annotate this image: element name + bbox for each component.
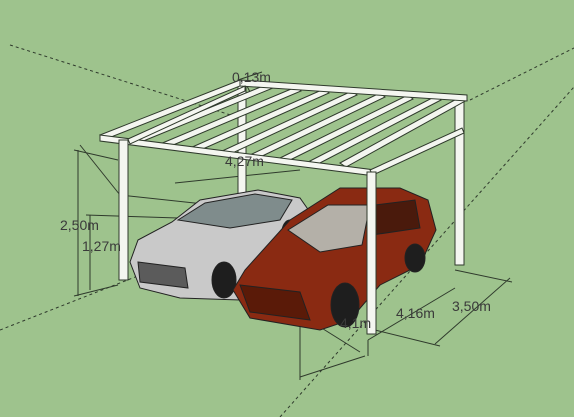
post-front-right	[366, 171, 377, 335]
rafter-2	[128, 83, 274, 145]
label-car-height: 1,27m	[82, 238, 121, 254]
car-red-wheel-rear	[404, 243, 426, 273]
beam-right	[369, 127, 465, 176]
carport-model-scene: 0,13m 4,27m 2,50m 1,27m 4,16m 3,50m 4,1m	[0, 44, 574, 417]
label-height: 2,50m	[60, 217, 99, 233]
3d-viewport[interactable]: 0,13m 4,27m 2,50m 1,27m 4,16m 3,50m 4,1m	[0, 0, 574, 417]
post-back-right	[454, 94, 465, 266]
dim-ext-height-bottom	[73, 284, 119, 297]
car-white-wheel-front	[211, 261, 237, 299]
guide-line-far	[469, 47, 574, 101]
label-depth: 4,16m	[396, 305, 435, 321]
dim-ext-width-top	[454, 269, 513, 283]
dim-ext-width-bottom	[374, 329, 441, 347]
label-upper-span: 4,27m	[225, 153, 264, 169]
dim-ext-car-top	[85, 214, 179, 219]
dim-line-lower-span	[299, 355, 366, 378]
dim-line-diag	[79, 144, 121, 196]
rafter-4	[188, 88, 330, 153]
post-front-left	[118, 139, 129, 281]
rafter-1	[98, 79, 246, 140]
dim-ext-height-top	[73, 149, 119, 161]
label-lower-span: 4,1m	[340, 315, 371, 331]
label-width: 3,50m	[452, 298, 491, 314]
roof-frame	[98, 79, 468, 177]
label-beam-spacing: 0,13m	[232, 69, 271, 85]
